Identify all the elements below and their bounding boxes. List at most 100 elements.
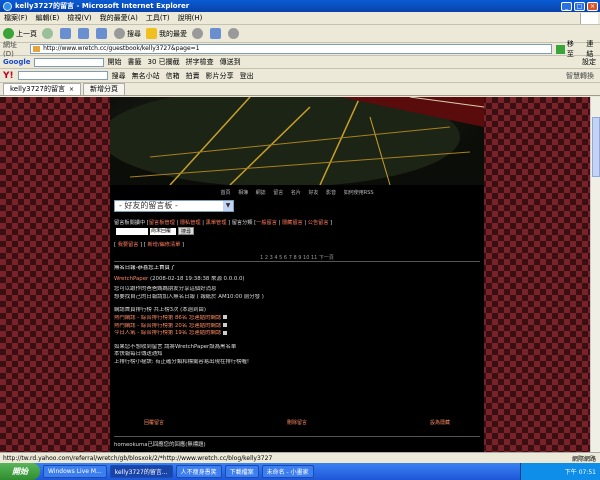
rank-link-text: 今日人氣 - 綜合排行榜第 19名 您連結的網誌: [114, 330, 222, 337]
keyword-input[interactable]: [116, 227, 148, 235]
nav-video[interactable]: 影音: [326, 190, 336, 196]
delete-button[interactable]: 刪除留言: [287, 419, 307, 426]
board-select-value: - 好友的留言板 -: [119, 201, 178, 210]
link-announce[interactable]: 公告留言: [308, 220, 329, 226]
yahoo-logo[interactable]: Y!: [3, 71, 14, 81]
google-start[interactable]: 開始: [108, 57, 122, 67]
print-icon: [228, 28, 239, 39]
address-bar: 網址(D) http://www.wretch.cc/guestbook/kel…: [0, 40, 600, 58]
link-blacklist[interactable]: 黑單管理: [206, 220, 227, 226]
task-ie-guestbook[interactable]: kelly3727的留言...: [109, 465, 173, 478]
search-button[interactable]: 搜尋: [114, 28, 141, 39]
favorites-button[interactable]: 我的最愛: [146, 28, 187, 39]
taskbar: 開始 Windows Live M... kelly3727的留言... 人不瘦…: [0, 463, 600, 480]
menu-view[interactable]: 檢視(V): [67, 13, 91, 23]
task-downloads[interactable]: 下載檔案: [224, 465, 259, 478]
nav-card[interactable]: 名片: [291, 190, 301, 196]
link-privacy[interactable]: 隱私管理: [180, 220, 201, 226]
mail-button[interactable]: [210, 28, 223, 39]
menu-favorites[interactable]: 我的最愛(A): [100, 13, 138, 23]
menu-file[interactable]: 檔案(F): [4, 13, 28, 23]
window-title-bar[interactable]: kelly3727的留言 - Microsoft Internet Explor…: [0, 0, 600, 12]
smart-convert[interactable]: 智慧轉換: [566, 71, 594, 81]
forward-button[interactable]: [42, 28, 55, 39]
go-arrow-icon: [556, 44, 565, 54]
google-toolbar: Google 開始 書籤 30 已攔截 拼字檢查 傳送到 設定: [0, 56, 600, 69]
rank-link[interactable]: 今日人氣 - 綜合排行榜第 19名 您連結的網誌: [114, 330, 480, 338]
home-icon: [96, 28, 107, 39]
tab-kelly-guestbook[interactable]: kelly3727的留言 ×: [3, 83, 81, 95]
nav-home[interactable]: 首頁: [220, 190, 230, 196]
google-popup-blocked[interactable]: 30 已攔截: [148, 57, 180, 67]
print-button[interactable]: [228, 28, 241, 39]
rank-link-text: 熱門網誌 - 綜合排行榜第 20名 您連結的網誌: [114, 322, 222, 329]
pagination[interactable]: 1 2 3 4 5 6 7 8 9 10 11 下一頁: [110, 254, 484, 261]
nav-guestbook[interactable]: 留言: [273, 190, 283, 196]
hide-button[interactable]: 設為隱藏: [430, 419, 450, 426]
nav-friends[interactable]: 好友: [309, 190, 319, 196]
action-row: [ 我要留言 ] [ 新增/編修清單 ]: [114, 242, 185, 248]
yahoo-search-input[interactable]: [17, 71, 108, 80]
url-input[interactable]: http://www.wretch.cc/guestbook/kelly3727…: [30, 44, 553, 54]
google-settings[interactable]: 設定: [582, 57, 596, 67]
yahoo-auction[interactable]: 拍賣: [186, 71, 200, 81]
yahoo-wretch[interactable]: 無名小站: [132, 71, 160, 81]
tab-new[interactable]: 新增分頁: [83, 83, 125, 95]
yahoo-mail[interactable]: 信箱: [166, 71, 180, 81]
history-button[interactable]: [192, 28, 205, 39]
menu-tools[interactable]: 工具(T): [146, 13, 170, 23]
start-button[interactable]: 開始: [0, 463, 40, 480]
google-spellcheck[interactable]: 拼字檢查: [186, 57, 214, 67]
maximize-button[interactable]: □: [574, 1, 585, 11]
post-meta: (2008-02-18 19:38:38 來源 0.0.0.0): [149, 275, 245, 282]
close-button[interactable]: ×: [587, 1, 598, 11]
reply-filter-select[interactable]: 尚未回覆: [150, 227, 176, 235]
minimize-button[interactable]: _: [561, 1, 572, 11]
refresh-button[interactable]: [78, 28, 91, 39]
google-bookmarks[interactable]: 書籤: [128, 57, 142, 67]
yahoo-search-button[interactable]: 搜尋: [112, 71, 126, 81]
board-select[interactable]: - 好友的留言板 - ▼: [114, 200, 234, 212]
post-meta-row: WretchPaper (2008-02-18 19:38:38 來源 0.0.…: [114, 276, 480, 284]
star-icon: [146, 28, 157, 39]
windows-logo-icon: [580, 13, 598, 24]
tab-bar: kelly3727的留言 × 新增分頁: [0, 83, 600, 96]
next-post-title: homeokuma已回應您的回應(無標題): [114, 436, 480, 448]
edit-list-link[interactable]: 新增/編修清單: [147, 242, 180, 248]
rank-link[interactable]: 熱門網誌 - 綜合排行榜第 20名 您連結的網誌: [114, 323, 480, 331]
nav-blog[interactable]: 網誌: [256, 190, 266, 196]
google-send-to[interactable]: 傳送到: [220, 57, 241, 67]
home-button[interactable]: [96, 28, 109, 39]
back-button[interactable]: 上一頁: [3, 28, 37, 39]
link-general[interactable]: 一般留言: [256, 220, 277, 226]
yahoo-toolbar: Y! 搜尋 無名小站 信箱 拍賣 影片分享 登出 智慧轉換: [0, 69, 600, 83]
scrollbar-thumb[interactable]: [592, 117, 600, 177]
yahoo-video[interactable]: 影片分享: [206, 71, 234, 81]
write-message-link[interactable]: 我要留言: [118, 242, 139, 248]
search-label: 搜尋: [127, 29, 141, 38]
menu-bar: 檔案(F) 編輯(E) 檢視(V) 我的最愛(A) 工具(T) 說明(H): [0, 12, 600, 25]
clock[interactable]: 下午 07:51: [565, 467, 596, 476]
post-line: 想要找自己的日報請加入無名日報 ( 報紙於 AM10:00 前分發 ): [114, 293, 264, 300]
link-icon: [223, 330, 228, 335]
refresh-icon: [78, 28, 89, 39]
link-hidden[interactable]: 隱藏留言: [282, 220, 303, 226]
task-paint[interactable]: 未命名 - 小畫家: [261, 465, 314, 478]
link-board-manage[interactable]: 留言板管理: [149, 220, 175, 226]
author-link[interactable]: WretchPaper: [114, 276, 148, 282]
google-search-input[interactable]: [33, 57, 104, 67]
task-windows-live[interactable]: Windows Live M...: [43, 465, 107, 478]
close-icon[interactable]: ×: [69, 84, 74, 95]
stop-button[interactable]: [60, 28, 73, 39]
reply-button[interactable]: 回覆留言: [144, 419, 164, 426]
back-arrow-icon: [3, 28, 14, 39]
vertical-scrollbar[interactable]: [590, 97, 600, 452]
menu-help[interactable]: 說明(H): [178, 13, 203, 23]
yahoo-logout[interactable]: 登出: [240, 71, 254, 81]
search-submit-button[interactable]: 搜尋: [178, 227, 195, 235]
nav-album[interactable]: 相簿: [238, 190, 248, 196]
rank-link[interactable]: 熱門網誌 - 綜合排行榜第 86名 您連結的網誌: [114, 315, 480, 323]
task-folder[interactable]: 人不瘦身愚笑: [175, 465, 222, 478]
menu-edit[interactable]: 編輯(E): [36, 13, 60, 23]
nav-rss-help[interactable]: 如何使用RSS: [344, 190, 374, 196]
